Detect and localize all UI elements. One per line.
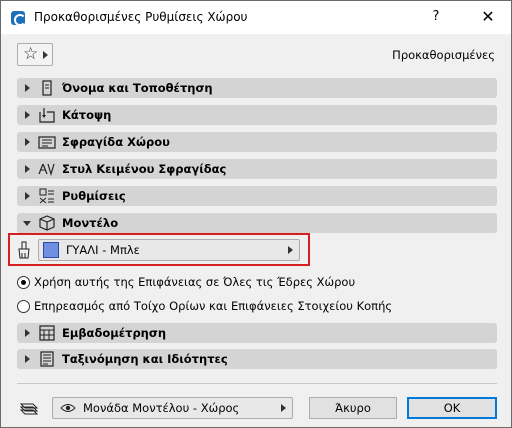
panel-label: Ταξινόμηση και Ιδιότητες xyxy=(62,352,228,366)
chevron-right-icon xyxy=(281,404,286,412)
name-position-icon xyxy=(42,80,52,96)
panel-name-position[interactable]: Όνομα και Τοποθέτηση xyxy=(17,78,497,98)
close-button[interactable]: ✕ xyxy=(479,7,497,27)
layer-select[interactable]: Μονάδα Μοντέλου - Χώρος xyxy=(52,397,293,419)
expand-arrow-icon xyxy=(25,355,30,363)
panel-label: Όνομα και Τοποθέτηση xyxy=(62,81,213,95)
panel-label: Κάτοψη xyxy=(62,108,112,122)
panel-area-calculation[interactable]: Εμβαδομέτρηση xyxy=(17,323,497,343)
panel-classification[interactable]: Ταξινόμηση και Ιδιότητες xyxy=(17,349,497,369)
radio-boundary-walls[interactable] xyxy=(17,300,30,313)
option-label: Επηρεασμός από Τοίχο Ορίων και Επιφάνειε… xyxy=(34,299,393,313)
cancel-button[interactable]: Άκυρο xyxy=(309,397,397,419)
option-label: Χρήση αυτής της Επιφάνειας σε Όλες τις Έ… xyxy=(34,275,356,289)
model-box-icon xyxy=(39,215,55,231)
classification-icon xyxy=(40,351,54,367)
expand-arrow-icon xyxy=(25,192,30,200)
panel-settings[interactable]: Ρυθμίσεις xyxy=(17,186,497,206)
ok-button[interactable]: OK xyxy=(407,397,497,419)
expand-arrow-icon xyxy=(25,84,30,92)
title-bar[interactable]: Προκαθορισμένες Ρυθμίσεις Χώρου ? ✕ xyxy=(1,1,511,34)
layer-value: Μονάδα Μοντέλου - Χώρος xyxy=(83,401,240,415)
expand-arrow-icon xyxy=(25,111,30,119)
surface-color-swatch xyxy=(43,242,59,258)
archicad-app-icon xyxy=(11,11,26,26)
expand-arrow-icon xyxy=(25,165,30,173)
defaults-label: Προκαθορισμένες xyxy=(392,48,495,62)
panel-label: Σφραγίδα Χώρου xyxy=(62,135,170,149)
help-button[interactable]: ? xyxy=(428,7,444,27)
floor-plan-icon xyxy=(39,108,55,123)
surface-material-value: ΓΥΑΛΙ - Μπλε xyxy=(66,243,140,257)
text-style-icon xyxy=(38,163,55,177)
chevron-right-icon xyxy=(288,246,293,254)
panel-floor-plan[interactable]: Κάτοψη xyxy=(17,105,497,125)
footer-separator xyxy=(17,383,497,384)
settings-icon xyxy=(39,188,54,204)
panel-stamp-text-style[interactable]: Στυλ Κειμένου Σφραγίδας xyxy=(17,159,497,179)
chevron-right-icon xyxy=(43,51,48,59)
layers-icon xyxy=(19,403,39,415)
area-calc-icon xyxy=(39,325,55,341)
panel-label: Εμβαδομέτρηση xyxy=(62,326,167,340)
collapse-arrow-icon xyxy=(23,221,31,226)
panel-label: Μοντέλο xyxy=(62,216,119,230)
window-title: Προκαθορισμένες Ρυθμίσεις Χώρου xyxy=(34,10,248,24)
panel-label: Στυλ Κειμένου Σφραγίδας xyxy=(62,162,227,176)
zone-stamp-icon xyxy=(38,136,56,149)
expand-arrow-icon xyxy=(25,138,30,146)
radio-all-faces[interactable] xyxy=(17,276,30,289)
favorites-button[interactable]: ☆ xyxy=(17,43,53,66)
panel-label: Ρυθμίσεις xyxy=(62,189,126,203)
star-icon: ☆ xyxy=(23,44,39,64)
eye-icon xyxy=(60,404,76,412)
surface-material-select[interactable]: ΓΥΑΛΙ - Μπλε xyxy=(38,239,300,261)
panel-model[interactable]: Μοντέλο xyxy=(17,213,497,233)
expand-arrow-icon xyxy=(25,329,30,337)
dialog-window: Προκαθορισμένες Ρυθμίσεις Χώρου ? ✕ ☆ Πρ… xyxy=(0,0,512,428)
panel-zone-stamp[interactable]: Σφραγίδα Χώρου xyxy=(17,132,497,152)
paint-brush-icon xyxy=(18,241,30,259)
